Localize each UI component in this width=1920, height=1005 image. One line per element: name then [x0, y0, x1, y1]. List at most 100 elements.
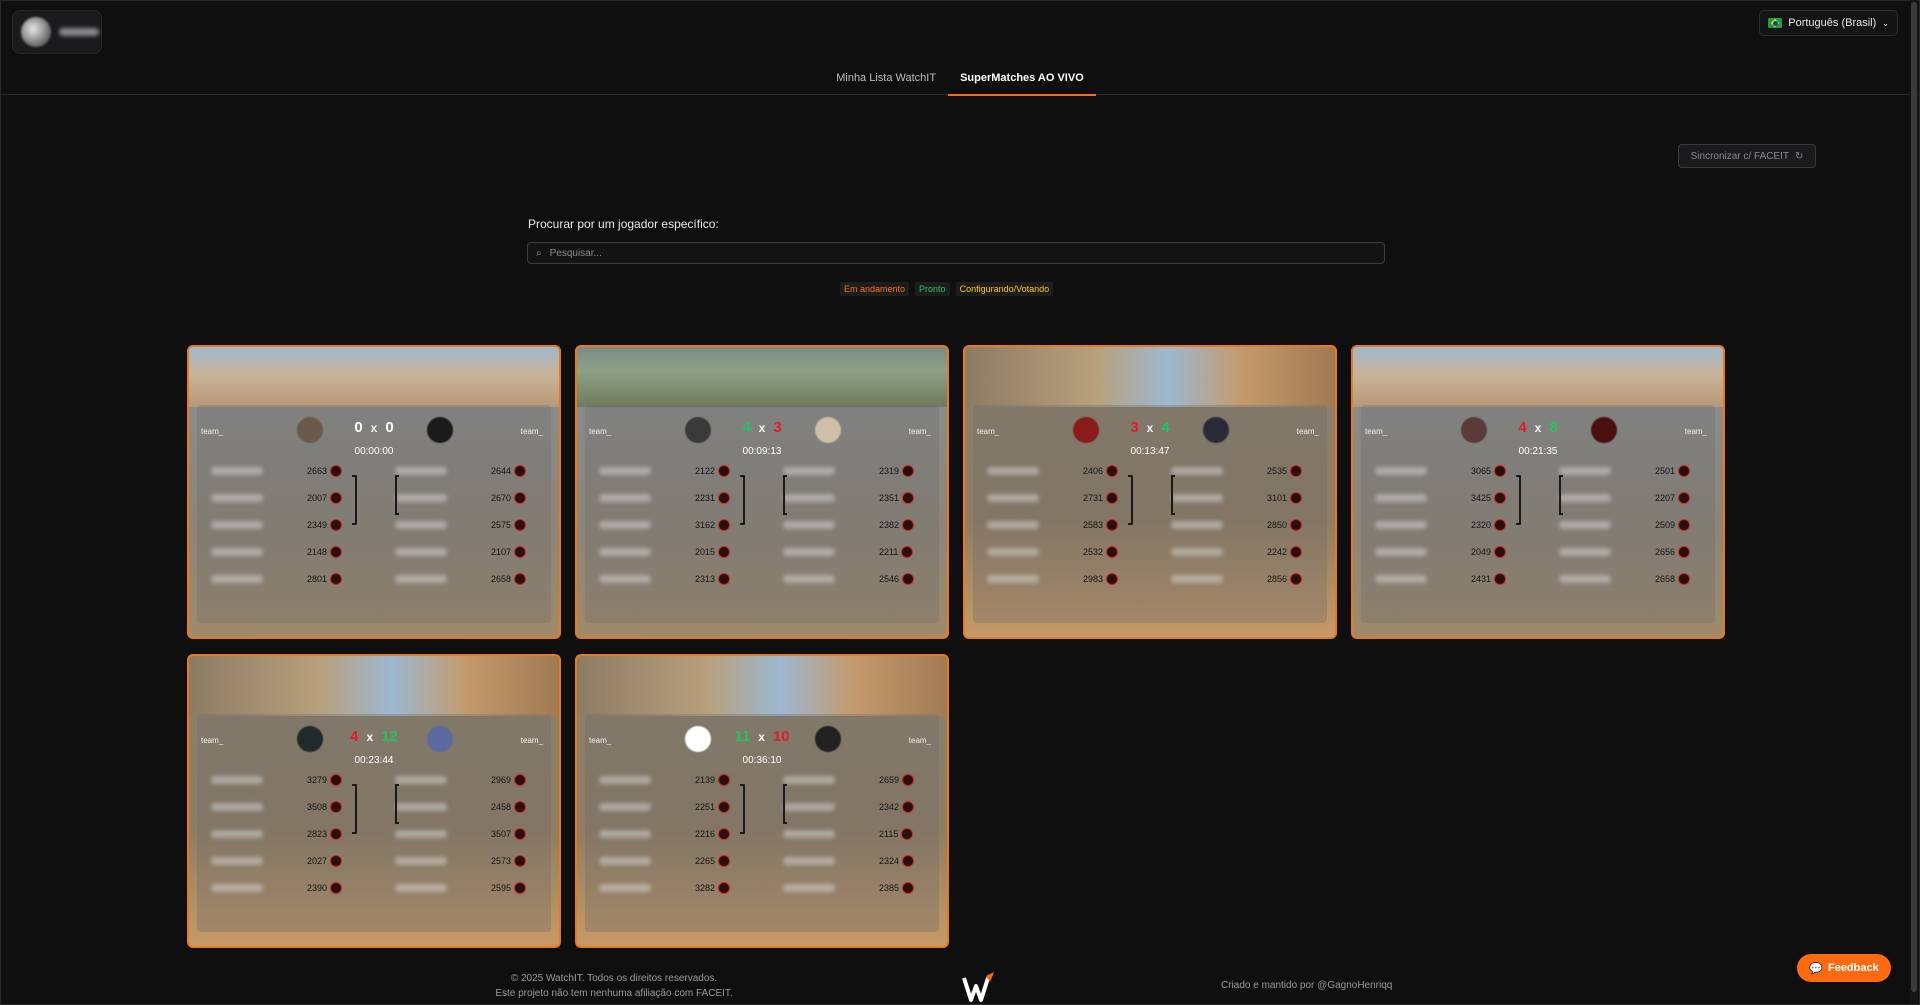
player-row-right[interactable]: 2385 — [783, 881, 915, 895]
player-row-right[interactable]: 2242 — [1171, 545, 1303, 559]
player-row-right[interactable]: 2107 — [395, 545, 527, 559]
player-row-right[interactable]: 2509 — [1559, 518, 1691, 532]
player-row-left[interactable]: 2251 — [599, 800, 731, 814]
player-elo: 3507 — [491, 829, 512, 839]
player-row-left[interactable]: 2801 — [211, 572, 343, 586]
match-card[interactable]: team_ team_ 0x0 00:00:00 2663 2007 2349 … — [187, 345, 561, 639]
player-row-right[interactable]: 2382 — [783, 518, 915, 532]
player-row-left[interactable]: 2532 — [987, 545, 1119, 559]
player-row-right[interactable]: 2342 — [783, 800, 915, 814]
feedback-button[interactable]: 💬 Feedback — [1797, 954, 1891, 982]
player-row-left[interactable]: 2313 — [599, 572, 731, 586]
player-row-right[interactable]: 3507 — [395, 827, 527, 841]
player-row-right[interactable]: 2115 — [783, 827, 914, 841]
player-row-left[interactable]: 3425 — [1375, 491, 1507, 505]
tab-supermatches[interactable]: SuperMatches AO VIVO — [948, 66, 1096, 96]
player-row-left[interactable]: 2007 — [211, 491, 343, 505]
player-row-left[interactable]: 2027 — [211, 854, 343, 868]
player-row-right[interactable]: 2850 — [1171, 518, 1303, 532]
player-row-right[interactable]: 2546 — [783, 572, 915, 586]
player-row-left[interactable]: 2823 — [211, 827, 343, 841]
player-row-left[interactable]: 2148 — [211, 545, 343, 559]
sync-faceit-button[interactable]: Sincronizar c/ FACEIT ↻ — [1678, 144, 1816, 168]
faceit-level-icon — [718, 546, 731, 558]
tab-watchlist[interactable]: Minha Lista WatchIT — [824, 66, 948, 94]
score-right: 3 — [773, 419, 782, 436]
player-row-right[interactable]: 2658 — [1559, 572, 1691, 586]
player-row-left[interactable]: 2349 — [211, 518, 343, 532]
search-input[interactable] — [547, 246, 1352, 260]
player-name-blurred — [987, 575, 1039, 583]
player-row-right[interactable]: 2207 — [1559, 491, 1691, 505]
player-row-left[interactable]: 2139 — [599, 773, 731, 787]
sync-label: Sincronizar c/ FACEIT — [1690, 150, 1789, 162]
player-row-right[interactable]: 2501 — [1559, 464, 1691, 478]
player-row-right[interactable]: 2211 — [783, 545, 914, 559]
match-card[interactable]: team_ team_ 4x8 00:21:35 3065 3425 2320 … — [1351, 345, 1725, 639]
faceit-level-icon — [718, 828, 731, 840]
player-row-right[interactable]: 2658 — [395, 572, 527, 586]
player-row-right[interactable]: 2969 — [395, 773, 527, 787]
app-logo[interactable] — [12, 10, 102, 54]
match-card[interactable]: team_ team_ 3x4 00:13:47 2406 2731 2583 … — [963, 345, 1337, 639]
player-row-left[interactable]: 2231 — [599, 491, 731, 505]
search-label: Procurar por um jogador específico: — [528, 217, 719, 231]
player-row-left[interactable]: 3282 — [599, 881, 731, 895]
player-row-left[interactable]: 2431 — [1375, 572, 1507, 586]
player-name-blurred — [599, 830, 651, 838]
player-row-right[interactable]: 2670 — [395, 491, 527, 505]
player-name-blurred — [395, 884, 447, 892]
player-name-blurred — [1171, 494, 1223, 502]
score-left: 11 — [734, 728, 751, 745]
player-row-right[interactable]: 2324 — [783, 854, 915, 868]
player-row-left[interactable]: 3065 — [1375, 464, 1507, 478]
match-card[interactable]: team_ team_ 4x3 00:09:13 2122 2231 3162 … — [575, 345, 949, 639]
player-row-right[interactable]: 2535 — [1171, 464, 1303, 478]
score-right: 0 — [385, 419, 394, 436]
player-row-right[interactable]: 3101 — [1171, 491, 1303, 505]
chat-icon: 💬 — [1809, 962, 1823, 975]
player-row-right[interactable]: 2656 — [1559, 545, 1691, 559]
language-select[interactable]: Português (Brasil) ⌄ — [1759, 10, 1898, 36]
player-row-left[interactable]: 2731 — [987, 491, 1119, 505]
player-row-left[interactable]: 2320 — [1375, 518, 1507, 532]
faceit-level-icon — [330, 801, 343, 813]
faceit-level-icon — [514, 882, 527, 894]
player-row-right[interactable]: 2319 — [783, 464, 915, 478]
match-card[interactable]: team_ team_ 11 x 10 00:36:10 2139 2251 221… — [575, 654, 949, 948]
player-row-left[interactable]: 2390 — [211, 881, 343, 895]
player-elo: 2431 — [1471, 574, 1492, 584]
player-row-left[interactable]: 3279 — [211, 773, 343, 787]
player-row-left[interactable]: 2122 — [599, 464, 731, 478]
player-elo: 2406 — [1083, 466, 1104, 476]
player-row-left[interactable]: 3162 — [599, 518, 731, 532]
player-name-blurred — [599, 884, 651, 892]
match-card[interactable]: team_ team_ 4 x 12 00:23:44 3279 3508 2823… — [187, 654, 561, 948]
player-row-left[interactable]: 3508 — [211, 800, 343, 814]
player-row-left[interactable]: 2983 — [987, 572, 1119, 586]
party-bracket-right — [1559, 475, 1563, 515]
player-row-right[interactable]: 2659 — [783, 773, 915, 787]
player-row-left[interactable]: 2216 — [599, 827, 731, 841]
player-row-left[interactable]: 2583 — [987, 518, 1119, 532]
player-row-right[interactable]: 2644 — [395, 464, 527, 478]
player-elo: 2658 — [491, 574, 512, 584]
player-name-blurred — [783, 548, 835, 556]
faceit-level-icon — [902, 519, 915, 531]
player-name-blurred — [1559, 521, 1611, 529]
player-name-blurred — [987, 548, 1039, 556]
player-row-right[interactable]: 2595 — [395, 881, 527, 895]
player-row-right[interactable]: 2351 — [783, 491, 915, 505]
player-row-left[interactable]: 2663 — [211, 464, 343, 478]
player-row-left[interactable]: 2406 — [987, 464, 1119, 478]
player-row-right[interactable]: 2575 — [395, 518, 527, 532]
page-scrollbar[interactable] — [1910, 0, 1918, 1003]
player-row-right[interactable]: 2856 — [1171, 572, 1303, 586]
player-row-left[interactable]: 2015 — [599, 545, 731, 559]
player-name-blurred — [783, 467, 835, 475]
player-row-left[interactable]: 2265 — [599, 854, 731, 868]
player-row-right[interactable]: 2573 — [395, 854, 527, 868]
map-banner — [189, 347, 559, 407]
player-row-right[interactable]: 2458 — [395, 800, 527, 814]
player-row-left[interactable]: 2049 — [1375, 545, 1507, 559]
